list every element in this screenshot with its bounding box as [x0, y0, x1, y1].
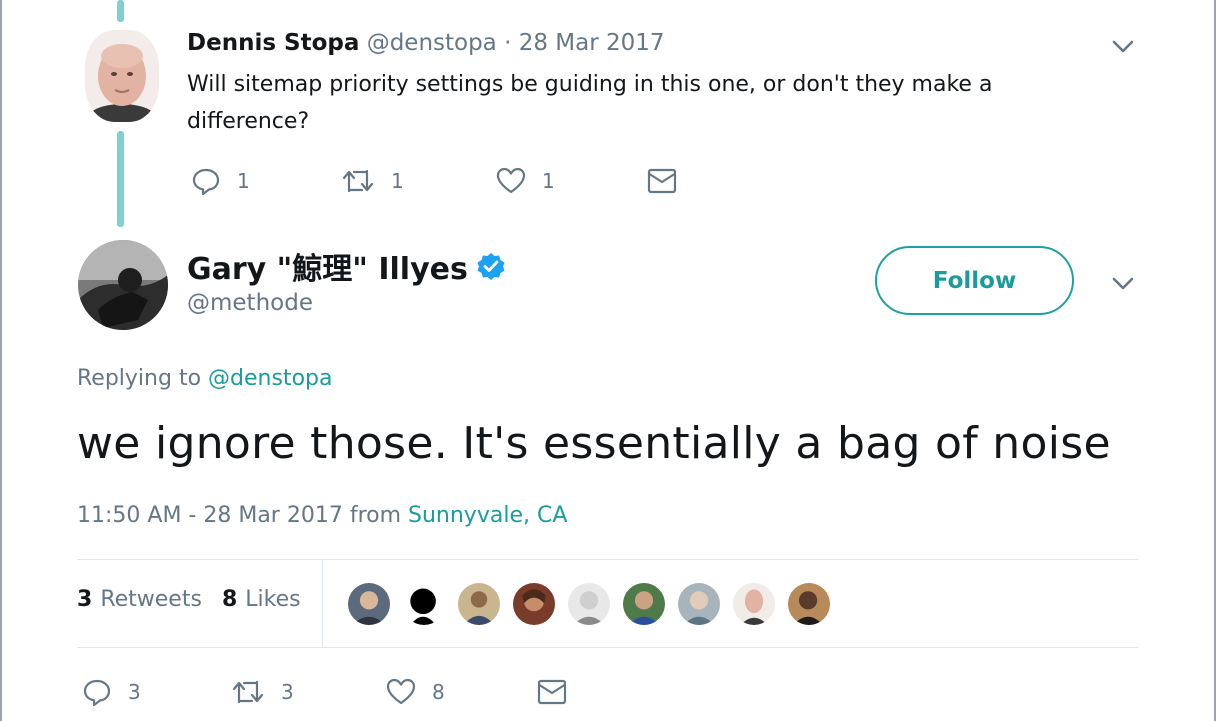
- parent-avatar[interactable]: [85, 30, 159, 122]
- retweets-stat-label: Retweets: [100, 587, 202, 612]
- parent-retweet-button[interactable]: 1: [341, 166, 404, 196]
- window-border-left: [0, 0, 2, 721]
- liker-avatar[interactable]: [401, 581, 447, 627]
- retweet-icon: [342, 169, 374, 193]
- thread-connector-top: [117, 0, 124, 22]
- stats-divider-bottom: [77, 647, 1138, 648]
- parent-tweet-header: Dennis Stopa @denstopa · 28 Mar 2017: [187, 30, 665, 56]
- parent-tweet-text: Will sitemap priority settings be guidin…: [187, 72, 993, 134]
- chevron-down-icon[interactable]: [1110, 270, 1136, 296]
- parent-like-count: 1: [542, 169, 555, 193]
- main-author-handle[interactable]: @methode: [187, 290, 313, 316]
- thread-connector: [117, 131, 124, 227]
- stats-divider-top: [77, 559, 1138, 560]
- meta-separator: ·: [496, 30, 519, 56]
- parent-reply-count: 1: [237, 169, 250, 193]
- parent-retweet-count: 1: [391, 169, 404, 193]
- parent-author-handle[interactable]: @denstopa: [367, 30, 497, 56]
- heart-icon: [386, 678, 416, 705]
- tweet-timestamp: 11:50 AM - 28 Mar 2017 from Sunnyvale, C…: [77, 503, 567, 528]
- replying-to-prefix: Replying to: [77, 366, 209, 391]
- heart-icon: [496, 167, 526, 194]
- liker-avatar[interactable]: [346, 581, 392, 627]
- main-author-name-row: Gary "鯨理" Illyes: [187, 244, 506, 288]
- like-button[interactable]: 8: [386, 677, 445, 707]
- liker-avatar[interactable]: [511, 581, 557, 627]
- dm-button[interactable]: [537, 677, 567, 707]
- parent-author-name[interactable]: Dennis Stopa: [187, 30, 359, 56]
- liker-avatar[interactable]: [566, 581, 612, 627]
- like-count: 8: [432, 680, 445, 704]
- stats-divider-vertical: [322, 560, 323, 647]
- liker-avatar[interactable]: [456, 581, 502, 627]
- reply-icon: [192, 168, 220, 196]
- likes-stat-label: Likes: [245, 587, 301, 612]
- retweet-button[interactable]: 3: [231, 677, 294, 707]
- main-avatar[interactable]: [78, 240, 168, 330]
- retweet-icon: [232, 680, 264, 704]
- follow-button[interactable]: Follow: [875, 246, 1074, 315]
- retweets-stat[interactable]: 3 Retweets: [77, 587, 202, 612]
- chevron-down-icon[interactable]: [1110, 33, 1136, 59]
- envelope-icon: [537, 679, 567, 705]
- main-author-name[interactable]: Gary "鯨理" Illyes: [187, 244, 468, 288]
- retweets-stat-count: 3: [77, 587, 93, 612]
- reply-button[interactable]: 3: [82, 677, 141, 707]
- parent-tweet-date[interactable]: 28 Mar 2017: [519, 30, 665, 56]
- parent-dm-button[interactable]: [647, 166, 677, 196]
- tweet-time: 11:50 AM - 28 Mar 2017 from: [77, 503, 409, 528]
- likes-stat-count: 8: [221, 587, 238, 612]
- retweet-count: 3: [281, 680, 294, 704]
- parent-reply-button[interactable]: 1: [191, 166, 250, 196]
- parent-like-button[interactable]: 1: [496, 166, 555, 196]
- verified-badge-icon: [477, 253, 505, 280]
- liker-avatar[interactable]: [621, 581, 667, 627]
- main-tweet-text: we ignore those. It's essentially a bag …: [77, 418, 1111, 469]
- likes-stat[interactable]: 8 Likes: [222, 587, 301, 612]
- reply-count: 3: [128, 680, 141, 704]
- envelope-icon: [647, 168, 677, 194]
- tweet-location-link[interactable]: Sunnyvale, CA: [408, 503, 567, 528]
- replying-to: Replying to @denstopa: [77, 366, 332, 391]
- reply-icon: [83, 679, 111, 707]
- replying-to-link[interactable]: @denstopa: [208, 366, 332, 391]
- liker-avatar[interactable]: [731, 581, 777, 627]
- liker-avatar[interactable]: [676, 581, 722, 627]
- liker-avatar[interactable]: [786, 581, 832, 627]
- tweet-stats: 3 Retweets 8 Likes: [77, 587, 301, 612]
